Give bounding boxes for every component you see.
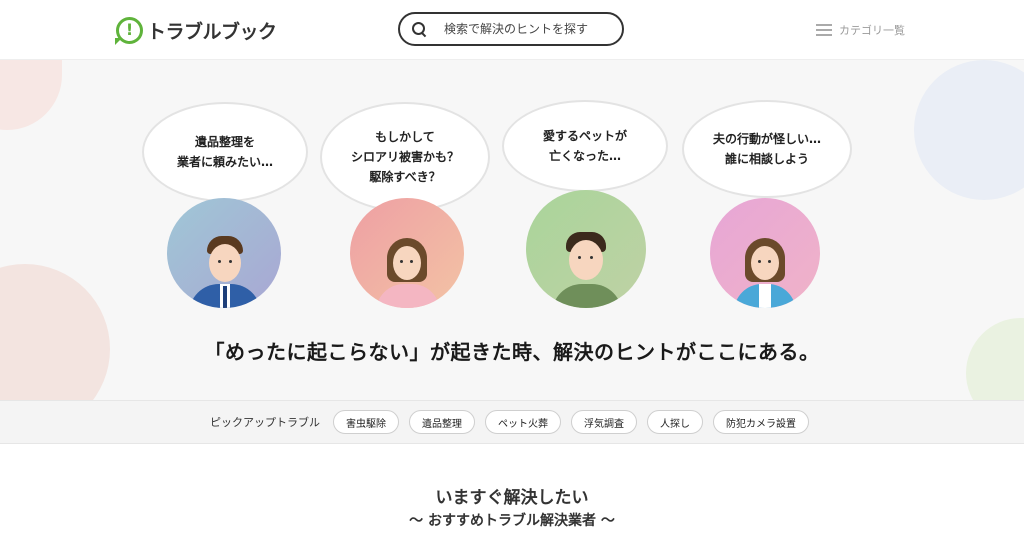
- chip-person-search[interactable]: 人探し: [647, 410, 703, 434]
- chip-estate-cleanup[interactable]: 遺品整理: [409, 410, 475, 434]
- avatar-woman: [710, 198, 820, 308]
- avatar-man: [526, 190, 646, 308]
- thought-bubble: 遺品整理を 業者に頼みたい…: [142, 102, 308, 202]
- category-label: カテゴリ一覧: [839, 24, 905, 37]
- search-box[interactable]: [398, 12, 624, 46]
- chip-pest-control[interactable]: 害虫駆除: [333, 410, 399, 434]
- chip-infidelity-investigation[interactable]: 浮気調査: [571, 410, 637, 434]
- chip-security-camera[interactable]: 防犯カメラ設置: [713, 410, 809, 434]
- pickup-label: ピックアップトラブル: [210, 416, 320, 429]
- chip-pet-cremation[interactable]: ペット火葬: [485, 410, 561, 434]
- search-icon[interactable]: [412, 22, 426, 36]
- thought-bubble: 愛するペットが 亡くなった…: [502, 100, 668, 192]
- decor-circle: [0, 264, 110, 400]
- thought-bubble: 夫の行動が怪しい… 誰に相談しよう: [682, 100, 852, 198]
- hero-section: 遺品整理を 業者に頼みたい… もしかして シロアリ被害かも？ 駆除すべき？ 愛す…: [0, 60, 1024, 400]
- avatar-woman: [350, 198, 464, 308]
- exclamation-bubble-icon: !: [116, 16, 143, 44]
- section-subtitle: 〜 おすすめトラブル解決業者 〜: [409, 513, 615, 529]
- hero-tagline: 「めったに起こらない」が起きた時、解決のヒントがここにある。: [204, 340, 820, 364]
- decor-circle: [0, 60, 62, 130]
- thought-bubble: もしかして シロアリ被害かも？ 駆除すべき？: [320, 102, 490, 212]
- category-menu-button[interactable]: カテゴリ一覧: [816, 22, 905, 38]
- logo-text: トラブルブック: [147, 20, 277, 43]
- avatar-man: [167, 198, 281, 308]
- hamburger-icon: [816, 24, 832, 36]
- site-logo[interactable]: ! トラブルブック: [116, 16, 277, 44]
- section-title: いますぐ解決したい: [435, 488, 589, 508]
- pickup-trouble-bar: ピックアップトラブル 害虫駆除 遺品整理 ペット火葬 浮気調査 人探し 防犯カメ…: [0, 400, 1024, 444]
- decor-circle: [914, 60, 1024, 200]
- search-input[interactable]: [444, 22, 614, 36]
- site-header: ! トラブルブック カテゴリ一覧: [0, 0, 1024, 60]
